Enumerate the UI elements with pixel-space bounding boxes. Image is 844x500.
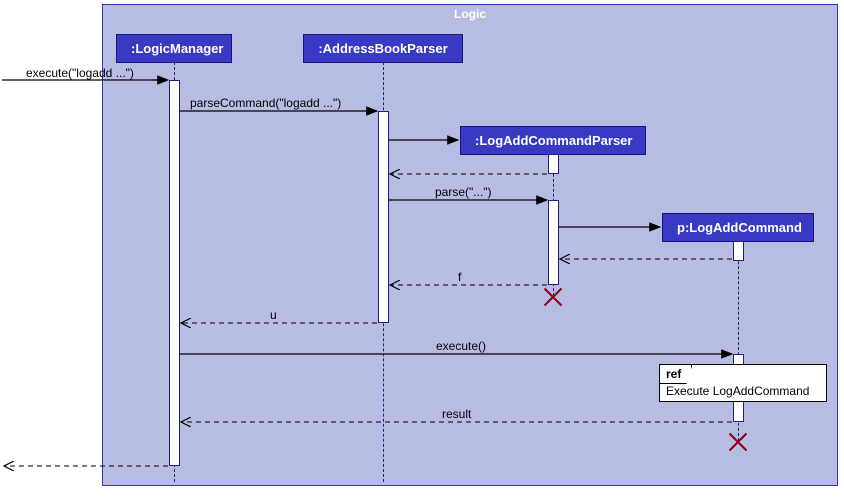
participant-label: p:LogAddCommand bbox=[677, 220, 802, 235]
participant-label: :AddressBookParser bbox=[318, 41, 447, 56]
ref-text: Execute LogAddCommand bbox=[666, 384, 809, 398]
activation-lac-1 bbox=[733, 241, 744, 261]
msg-parsecommand: parseCommand("logadd ...") bbox=[190, 96, 341, 110]
participant-logaddcommandparser: :LogAddCommandParser bbox=[460, 126, 646, 155]
participant-addressbookparser: :AddressBookParser bbox=[303, 34, 463, 63]
activation-lm bbox=[169, 80, 180, 466]
ref-label: ref bbox=[660, 365, 692, 384]
participant-logaddcommand: p:LogAddCommand bbox=[662, 213, 814, 242]
msg-execute-gate: execute("logadd ...") bbox=[26, 66, 134, 80]
destroy-icon bbox=[726, 430, 750, 454]
msg-return-result: result bbox=[442, 407, 471, 421]
destroy-icon bbox=[541, 285, 565, 309]
activation-abp bbox=[378, 111, 389, 323]
msg-execute: execute() bbox=[436, 339, 486, 353]
msg-parse: parse("...") bbox=[435, 185, 492, 199]
msg-return-u: u bbox=[270, 308, 277, 322]
activation-lacp-1 bbox=[548, 154, 559, 174]
participant-label: :LogicManager bbox=[131, 41, 223, 56]
participant-logicmanager: :LogicManager bbox=[116, 34, 232, 63]
msg-return-f: f bbox=[458, 270, 461, 284]
participant-label: :LogAddCommandParser bbox=[475, 133, 632, 148]
activation-lacp-2 bbox=[548, 200, 559, 285]
frame-title: Logic bbox=[454, 7, 486, 21]
ref-execute-logaddcommand: ref Execute LogAddCommand bbox=[659, 364, 827, 402]
